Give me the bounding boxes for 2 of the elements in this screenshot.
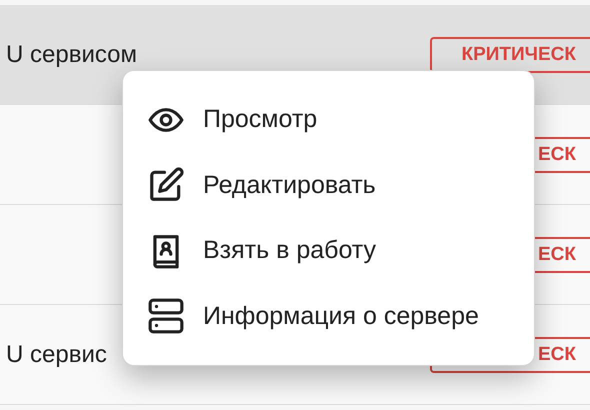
table-cell: U сервисом: [6, 40, 137, 70]
table-cell: U сервис: [6, 340, 107, 370]
